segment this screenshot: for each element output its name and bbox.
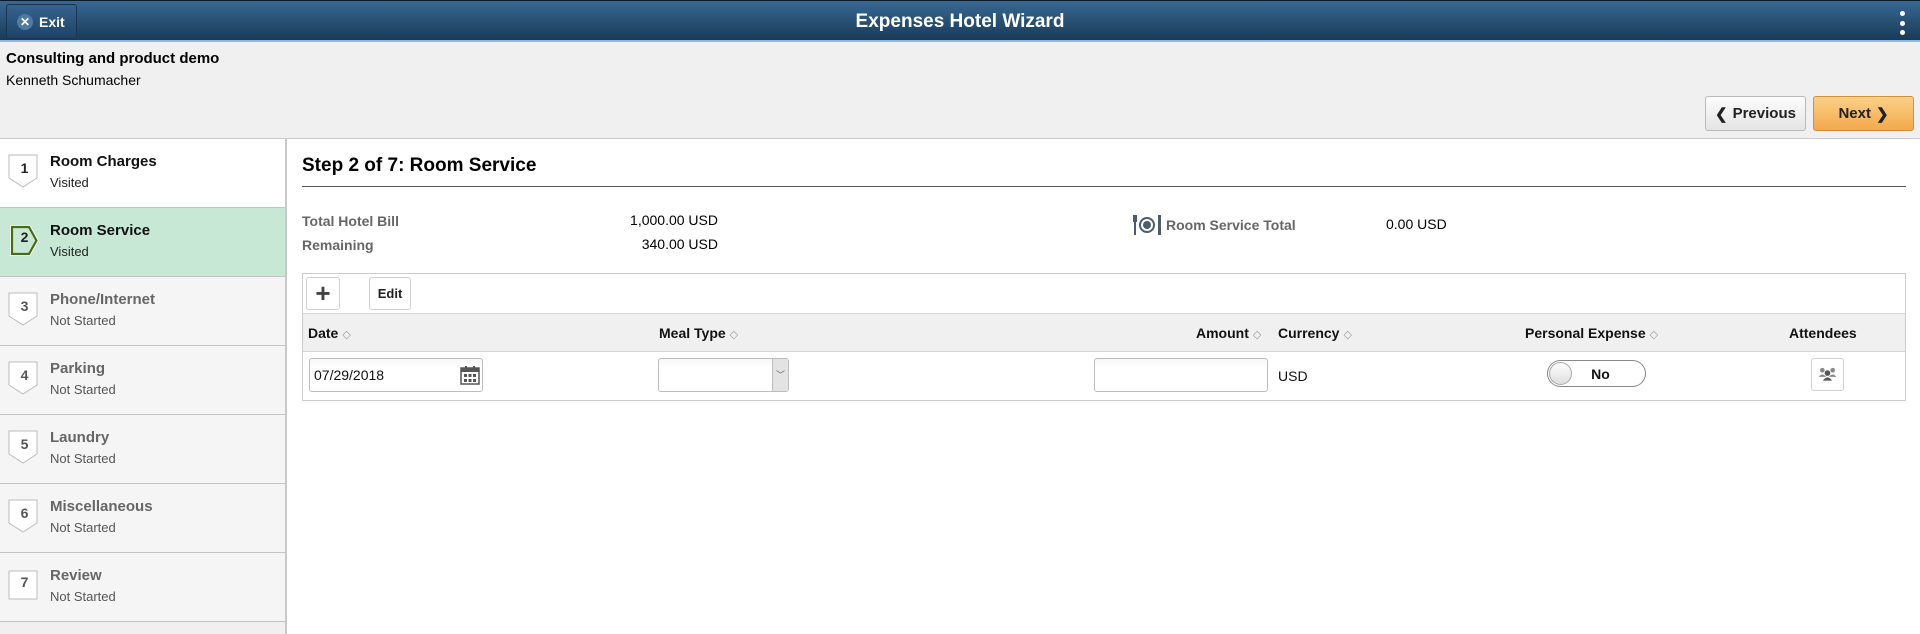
- next-label: Next: [1838, 105, 1871, 122]
- sort-icon: ◇: [1343, 329, 1352, 341]
- chevron-down-icon: ﹀: [772, 359, 788, 391]
- column-header-meal-type[interactable]: Meal Type ◇: [659, 325, 738, 341]
- previous-button[interactable]: ❮ Previous: [1705, 96, 1806, 131]
- personal-expense-toggle[interactable]: No: [1547, 360, 1646, 387]
- wizard-step-review[interactable]: 7 Review Not Started: [0, 553, 285, 622]
- grid-header-row: Date ◇ Meal Type ◇ Amount ◇ Currency ◇ Perso…: [303, 314, 1905, 352]
- room-service-total-value: 0.00 USD: [1386, 216, 1447, 232]
- column-header-currency[interactable]: Currency ◇: [1278, 325, 1352, 341]
- page-title: Step 2 of 7: Room Service: [302, 155, 537, 176]
- previous-label: Previous: [1732, 105, 1796, 122]
- plus-icon: +: [315, 278, 331, 308]
- column-header-amount[interactable]: Amount ◇: [1196, 325, 1261, 341]
- wizard-step-room-service[interactable]: 2 Room Service Visited: [0, 208, 285, 277]
- meal-type-select[interactable]: ﹀: [658, 358, 789, 392]
- date-input[interactable]: 07/29/2018: [309, 358, 483, 392]
- step-status: Visited: [50, 244, 89, 259]
- step-number: 5: [20, 436, 29, 452]
- calendar-icon[interactable]: [460, 365, 480, 385]
- step-number: 2: [20, 229, 29, 245]
- currency-value: USD: [1278, 368, 1308, 384]
- step-status: Visited: [50, 175, 89, 190]
- total-hotel-bill-value: 1,000.00 USD: [630, 212, 718, 228]
- employee-name: Kenneth Schumacher: [6, 72, 141, 88]
- step-status: Not Started: [50, 589, 116, 604]
- step-label: Laundry: [50, 429, 110, 446]
- remaining-value: 340.00 USD: [641, 236, 718, 252]
- wizard-step-miscellaneous[interactable]: 6 Miscellaneous Not Started: [0, 484, 285, 553]
- step-label: Review: [50, 567, 102, 584]
- sort-icon: ◇: [1252, 329, 1262, 341]
- total-hotel-bill-label: Total Hotel Bill: [302, 213, 399, 229]
- room-service-total-label: Room Service Total: [1166, 217, 1296, 233]
- step-label: Room Charges: [50, 153, 157, 170]
- wizard-step-phone-internet[interactable]: 3 Phone/Internet Not Started: [0, 277, 285, 346]
- step-label: Parking: [50, 360, 106, 377]
- amount-input[interactable]: [1094, 358, 1268, 392]
- remaining-label: Remaining: [302, 237, 374, 253]
- step-label: Phone/Internet: [50, 291, 156, 308]
- meal-type-header-label: Meal Type: [659, 325, 726, 341]
- personal-expense-header-label: Personal Expense: [1525, 325, 1646, 341]
- step-number: 1: [20, 160, 29, 176]
- column-header-date[interactable]: Date ◇: [308, 325, 351, 341]
- chevron-left-icon: ❮: [1715, 105, 1728, 123]
- step-status: Not Started: [50, 313, 116, 328]
- next-button[interactable]: Next ❯: [1813, 96, 1914, 131]
- attendees-button[interactable]: [1811, 358, 1844, 391]
- wizard-step-parking[interactable]: 4 Parking Not Started: [0, 346, 285, 415]
- step-status: Not Started: [50, 382, 116, 397]
- step-status: Not Started: [50, 451, 116, 466]
- edit-button[interactable]: Edit: [369, 277, 411, 310]
- kebab-menu-icon[interactable]: [1898, 11, 1906, 35]
- step-number: 6: [20, 505, 29, 521]
- date-header-label: Date: [308, 325, 339, 341]
- room-service-icon: [1133, 215, 1161, 235]
- app-title: Expenses Hotel Wizard: [855, 11, 1065, 32]
- wizard-step-laundry[interactable]: 5 Laundry Not Started: [0, 415, 285, 484]
- step-number: 7: [20, 574, 29, 590]
- sort-icon: ◇: [1649, 329, 1659, 341]
- sort-icon: ◇: [342, 329, 351, 341]
- context-header: Consulting and product demo Kenneth Schu…: [0, 42, 1920, 139]
- column-header-attendees: Attendees: [1789, 325, 1857, 341]
- column-header-personal-expense[interactable]: Personal Expense ◇: [1525, 325, 1658, 341]
- title-divider: [302, 186, 1906, 187]
- table-row: 07/29/2018 ﹀ USD No: [303, 352, 1905, 400]
- grid-toolbar: + Edit: [303, 274, 1905, 314]
- people-group-icon: [1818, 367, 1837, 381]
- add-row-button[interactable]: +: [306, 277, 340, 310]
- toggle-label: No: [1591, 366, 1610, 382]
- step-status: Not Started: [50, 520, 116, 535]
- date-value: 07/29/2018: [314, 367, 385, 383]
- wizard-steps-sidebar: 1 Room Charges Visited 2 Room Service Visited…: [0, 139, 287, 634]
- room-service-grid: + Edit Date ◇ Meal Type ◇ Amount ◇ Currency…: [302, 273, 1906, 401]
- wizard-step-room-charges[interactable]: 1 Room Charges Visited: [0, 139, 285, 208]
- step-number: 4: [20, 367, 29, 383]
- sort-icon: ◇: [729, 329, 739, 341]
- report-title: Consulting and product demo: [6, 50, 220, 67]
- chevron-right-icon: ❯: [1875, 105, 1889, 123]
- amount-header-label: Amount: [1196, 325, 1249, 341]
- app-header: ✕ Exit Expenses Hotel Wizard: [0, 0, 1920, 42]
- step-number: 3: [20, 298, 29, 314]
- step-label: Miscellaneous: [50, 498, 153, 515]
- step-label: Room Service: [50, 222, 151, 239]
- currency-header-label: Currency: [1278, 325, 1340, 341]
